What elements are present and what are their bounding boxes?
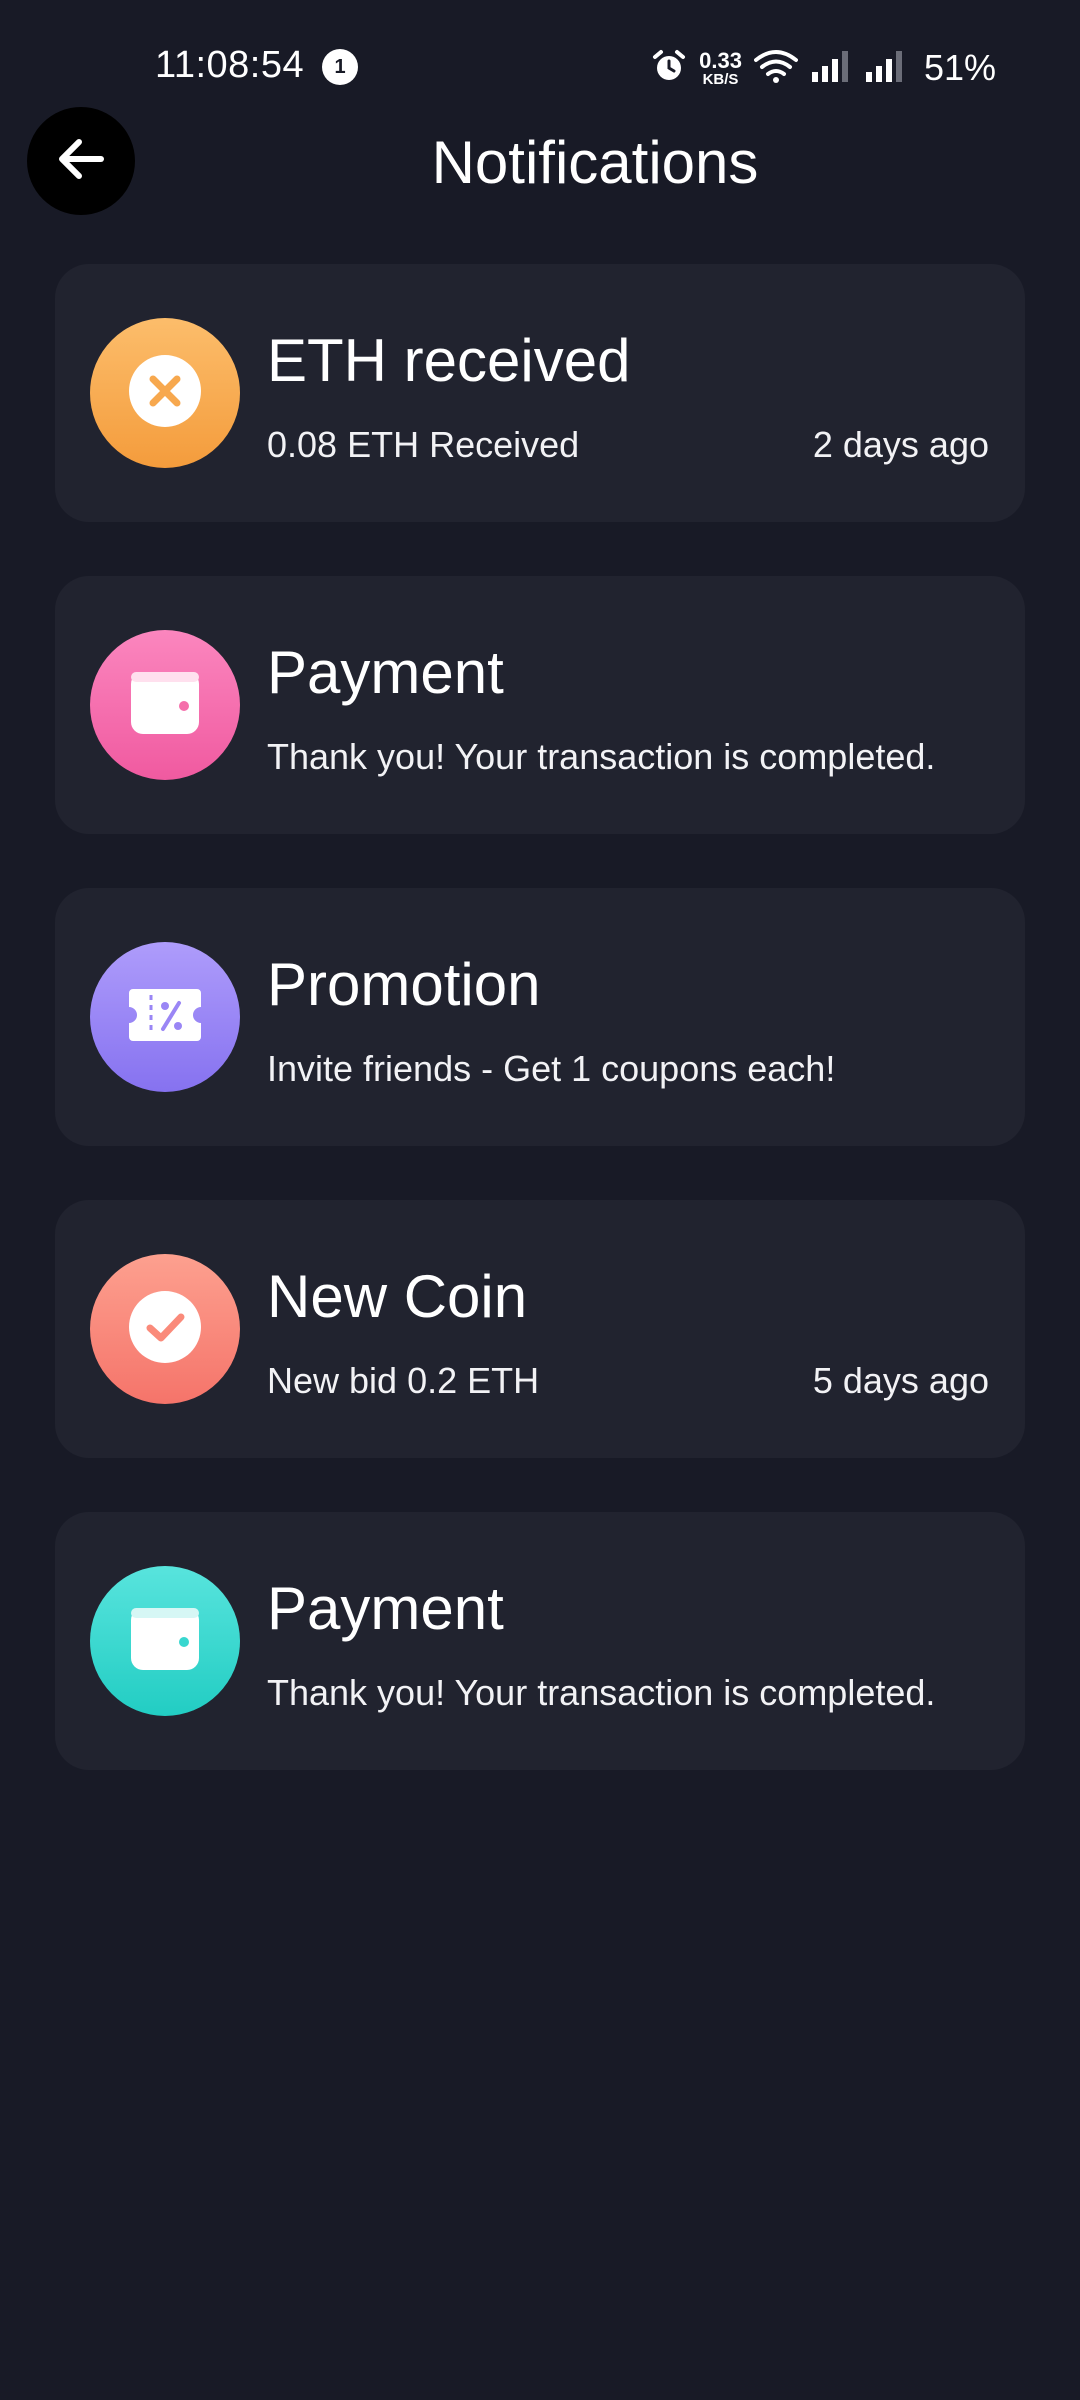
battery-level: 51%: [923, 47, 996, 88]
notification-title: ETH received: [267, 327, 631, 394]
alarm-icon: [651, 48, 687, 89]
status-bar: 11:08:54 1 0.33 KB/S 51%: [0, 0, 1080, 135]
coupon-icon: [127, 987, 203, 1048]
network-speed-unit: KB/S: [702, 70, 739, 88]
page-title: Notifications: [431, 129, 759, 196]
notification-time: 2 days ago: [812, 424, 989, 465]
notification-title: Promotion: [267, 951, 541, 1018]
notification-title: Payment: [267, 1575, 504, 1642]
network-speed: 0.33 KB/S: [699, 47, 742, 88]
notification-title: Payment: [267, 639, 504, 706]
wallet-icon: [129, 670, 201, 741]
notification-subtitle: Invite friends - Get 1 coupons each!: [267, 1048, 836, 1089]
notification-subtitle: 0.08 ETH Received: [267, 424, 580, 465]
wifi-icon: [753, 48, 798, 89]
notification-count-badge: 1: [322, 49, 358, 85]
notification-avatar: [90, 1566, 240, 1716]
notification-card[interactable]: ETH received 0.08 ETH Received 2 days ag…: [55, 264, 1025, 522]
notification-title: New Coin: [267, 1263, 528, 1330]
wallet-icon: [129, 1606, 201, 1677]
notification-subtitle: New bid 0.2 ETH: [267, 1360, 540, 1401]
check-circle-icon: [128, 1290, 202, 1369]
notification-subtitle: Thank you! Your transaction is completed…: [267, 736, 936, 777]
notification-avatar: [90, 318, 240, 468]
signal-icon-2: [864, 48, 906, 89]
status-time: 11:08:54: [155, 44, 305, 86]
notification-card[interactable]: Promotion Invite friends - Get 1 coupons…: [55, 888, 1025, 1146]
close-circle-icon: [128, 354, 202, 433]
notification-avatar: [90, 942, 240, 1092]
notification-list: ETH received 0.08 ETH Received 2 days ag…: [55, 264, 1025, 1824]
notification-avatar: [90, 630, 240, 780]
notification-time: 5 days ago: [812, 1360, 989, 1401]
notification-card[interactable]: Payment Thank you! Your transaction is c…: [55, 576, 1025, 834]
status-icons: 0.33 KB/S 51%: [651, 40, 996, 96]
signal-icon: [810, 48, 852, 89]
notification-card[interactable]: Payment Thank you! Your transaction is c…: [55, 1512, 1025, 1770]
notification-card[interactable]: New Coin New bid 0.2 ETH 5 days ago: [55, 1200, 1025, 1458]
notification-avatar: [90, 1254, 240, 1404]
network-speed-value: 0.33: [699, 47, 742, 73]
notification-subtitle: Thank you! Your transaction is completed…: [267, 1672, 936, 1713]
